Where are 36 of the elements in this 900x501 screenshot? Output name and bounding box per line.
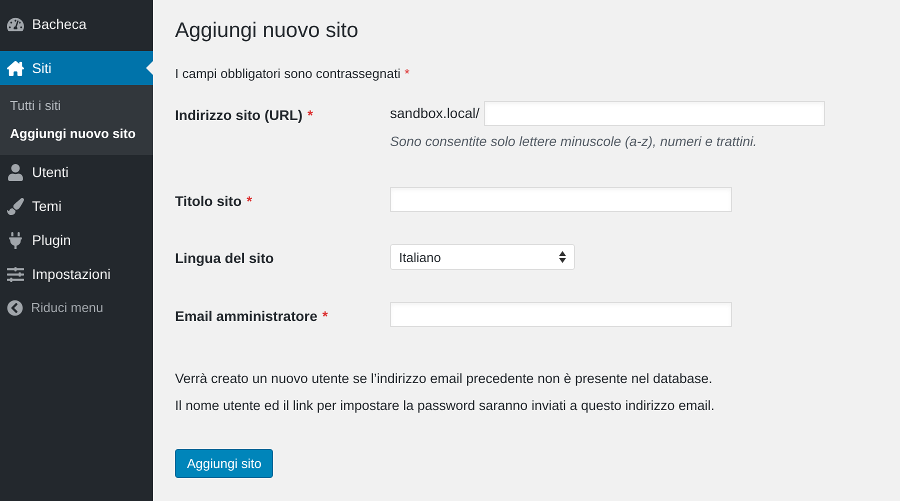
page-title: Aggiungi nuovo sito: [175, 18, 360, 44]
submenu-item[interactable]: Tutti i siti: [0, 92, 153, 120]
sidebar-item[interactable]: Plugin: [0, 223, 153, 257]
notch-icon: [146, 61, 153, 75]
required-mark: *: [308, 107, 313, 123]
field-hint: Sono consentite solo lettere minuscole (a-z), numeri e trattini.: [390, 133, 758, 151]
sidebar-item[interactable]: Temi: [0, 189, 153, 223]
sidebar-item[interactable]: Siti: [0, 51, 153, 85]
collapse-menu[interactable]: Riduci menu: [0, 291, 153, 325]
text-field[interactable]: [390, 187, 732, 212]
submenu-item[interactable]: Aggiungi nuovo sito: [0, 120, 153, 148]
required-mark: *: [404, 66, 410, 80]
field-label: Indirizzo sito (URL): [175, 107, 303, 123]
required-mark: *: [246, 193, 252, 210]
notice-text: Verrà creato un nuovo utente se l’indirizzo email precedente non è presente nel database.: [175, 370, 714, 388]
text-field[interactable]: [390, 302, 732, 328]
field-label: Lingua del sito: [175, 250, 274, 266]
plug-icon: [7, 232, 24, 248]
sidebar-item[interactable]: Bacheca: [0, 7, 153, 41]
field-label: Email amministratore: [175, 308, 318, 324]
language-select[interactable]: Italiano: [390, 244, 575, 270]
collapse-icon: [7, 300, 23, 316]
sidebar-item[interactable]: Utenti: [0, 155, 153, 189]
submit-button[interactable]: Aggiungi sito: [175, 448, 274, 478]
url-prefix: sandbox.local/: [390, 104, 480, 123]
dashboard-icon: [7, 16, 24, 32]
required-note: I campi obbligatori sono contrassegnati: [175, 66, 400, 80]
sliders-icon: [7, 266, 24, 282]
url-field[interactable]: [484, 101, 825, 126]
brush-icon: [7, 198, 24, 214]
user-icon: [7, 164, 24, 180]
updown-icon: [559, 251, 566, 264]
notice-text: Il nome utente ed il link per impostare la password saranno inviati a questo indirizzo email.: [175, 396, 716, 415]
sidebar-item[interactable]: Impostazioni: [0, 257, 153, 291]
field-label: Titolo sito: [175, 193, 242, 210]
required-mark: *: [322, 308, 328, 324]
